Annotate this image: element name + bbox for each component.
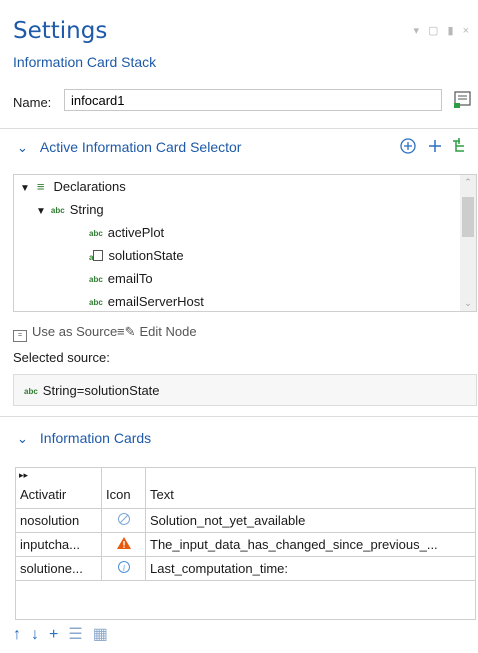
selector-section-title: Active Information Card Selector (39, 139, 242, 155)
selected-source-field: abc String=solutionState (13, 374, 477, 406)
page-title: Settings (13, 18, 108, 44)
card-icon (454, 91, 471, 108)
use-as-source-label: Use as Source (32, 324, 118, 339)
tree-item-label: solutionState (108, 248, 184, 263)
cards-section-title: Information Cards (39, 430, 152, 446)
divider (0, 416, 478, 417)
page-subtitle: Information Card Stack (13, 54, 157, 70)
use-as-source-icon: = (13, 330, 27, 342)
cell-activation[interactable]: nosolution (15, 508, 102, 533)
move-up-icon[interactable]: ↑ (13, 626, 31, 643)
tree-item-emailserverhost[interactable]: abc emailServerHost (89, 294, 204, 309)
move-down-icon[interactable]: ↓ (31, 626, 49, 643)
name-label: Name: (13, 95, 52, 110)
add-icon[interactable] (429, 140, 441, 152)
info-icon: i (117, 561, 130, 573)
column-header-text[interactable]: Text (145, 467, 476, 509)
tree-item-emailto[interactable]: abc emailTo (89, 271, 153, 286)
chevron-down-icon: ⌄ (17, 140, 28, 155)
tree-item-label: emailTo (107, 271, 153, 286)
add-circle-icon[interactable] (400, 138, 416, 154)
tree-item-label: activePlot (107, 225, 165, 240)
scroll-up-icon[interactable]: ⌃ (460, 177, 476, 188)
tree-item-label: emailServerHost (107, 294, 204, 309)
divider (0, 128, 478, 129)
abc-icon: abc (24, 387, 38, 396)
cell-activation[interactable]: solutione... (15, 556, 102, 581)
table-row[interactable]: solutione... i Last_computation_time: (15, 556, 476, 581)
cell-text[interactable]: The_input_data_has_changed_since_previou… (145, 532, 476, 557)
tree-item-solutionstate[interactable]: a solutionState (89, 248, 184, 263)
use-as-source-button[interactable]: = Use as Source (13, 324, 117, 342)
table-row[interactable]: inputcha... The_input_data_has_changed_s… (15, 532, 476, 557)
cards-table: ▸▸ Activatir Icon Text nosolution Soluti… (15, 467, 476, 581)
abc-icon: abc (89, 298, 103, 307)
add-icon[interactable]: + (49, 626, 68, 643)
declarations-tree[interactable]: ▼ ≡ Declarations ▼ abc String abc activePlot … (13, 174, 477, 312)
cards-section-header[interactable]: ⌄ Information Cards (17, 430, 151, 447)
edit-node-icon: ≡✎ (117, 324, 136, 339)
abc-icon: abc (89, 275, 103, 284)
selector-section-header[interactable]: ⌄ Active Information Card Selector (17, 139, 241, 156)
selected-source-value: String=solutionState (42, 383, 160, 398)
tree-item-label: Declarations (53, 179, 126, 194)
tree-scrollbar[interactable]: ⌃ ⌄ (460, 175, 476, 311)
abc-icon: abc (50, 206, 65, 215)
table-row[interactable]: nosolution Solution_not_yet_available (15, 508, 476, 533)
tree-item-declarations[interactable]: ▼ ≡ Declarations (20, 179, 126, 194)
cell-text[interactable]: Last_computation_time: (145, 556, 476, 581)
expand-icon[interactable]: ▸▸ (19, 470, 28, 481)
cell-text[interactable]: Solution_not_yet_available (145, 508, 476, 533)
tree-item-label: String (69, 202, 104, 217)
cell-icon[interactable]: i (101, 556, 146, 581)
edit-node-label: Edit Node (139, 324, 197, 339)
list-icon: ≡ (36, 179, 45, 194)
tree-item-activeplot[interactable]: abc activePlot (89, 225, 164, 240)
cards-toolbar: ↑↓+☰▦ (13, 624, 118, 644)
edit-node-button[interactable]: ≡✎ Edit Node (117, 324, 197, 340)
selected-source-label: Selected source: (13, 350, 110, 365)
cell-activation[interactable]: inputcha... (15, 532, 102, 557)
warning-icon (116, 537, 131, 549)
tree-add-icon[interactable] (453, 138, 464, 152)
edit-table-icon[interactable]: ▦ (93, 626, 118, 643)
column-header-icon[interactable]: Icon (101, 467, 146, 509)
name-options-button[interactable] (452, 88, 474, 112)
scrollbar-thumb[interactable] (462, 197, 474, 237)
svg-text:i: i (122, 564, 124, 573)
scroll-down-icon[interactable]: ⌄ (460, 298, 476, 309)
window-controls[interactable]: ▾ ▢ ▮ × (413, 24, 472, 37)
chevron-down-icon: ⌄ (17, 431, 28, 446)
cell-icon[interactable] (101, 508, 146, 533)
selector-toolbar (398, 135, 478, 157)
table-header-row: ▸▸ Activatir Icon Text (15, 467, 476, 509)
abc-icon: abc (89, 229, 103, 238)
column-header-activation[interactable]: ▸▸ Activatir (15, 467, 102, 509)
name-input[interactable] (64, 89, 442, 111)
chevron-down-icon: ▼ (36, 206, 46, 217)
circle-slash-icon (117, 513, 130, 525)
header-label: Activatir (20, 487, 67, 502)
tree-item-string[interactable]: ▼ abc String (36, 202, 104, 217)
abc-table-icon: a (89, 250, 104, 262)
delete-icon[interactable]: ☰ (68, 626, 92, 643)
chevron-down-icon: ▼ (20, 183, 30, 194)
cell-icon[interactable] (101, 532, 146, 557)
